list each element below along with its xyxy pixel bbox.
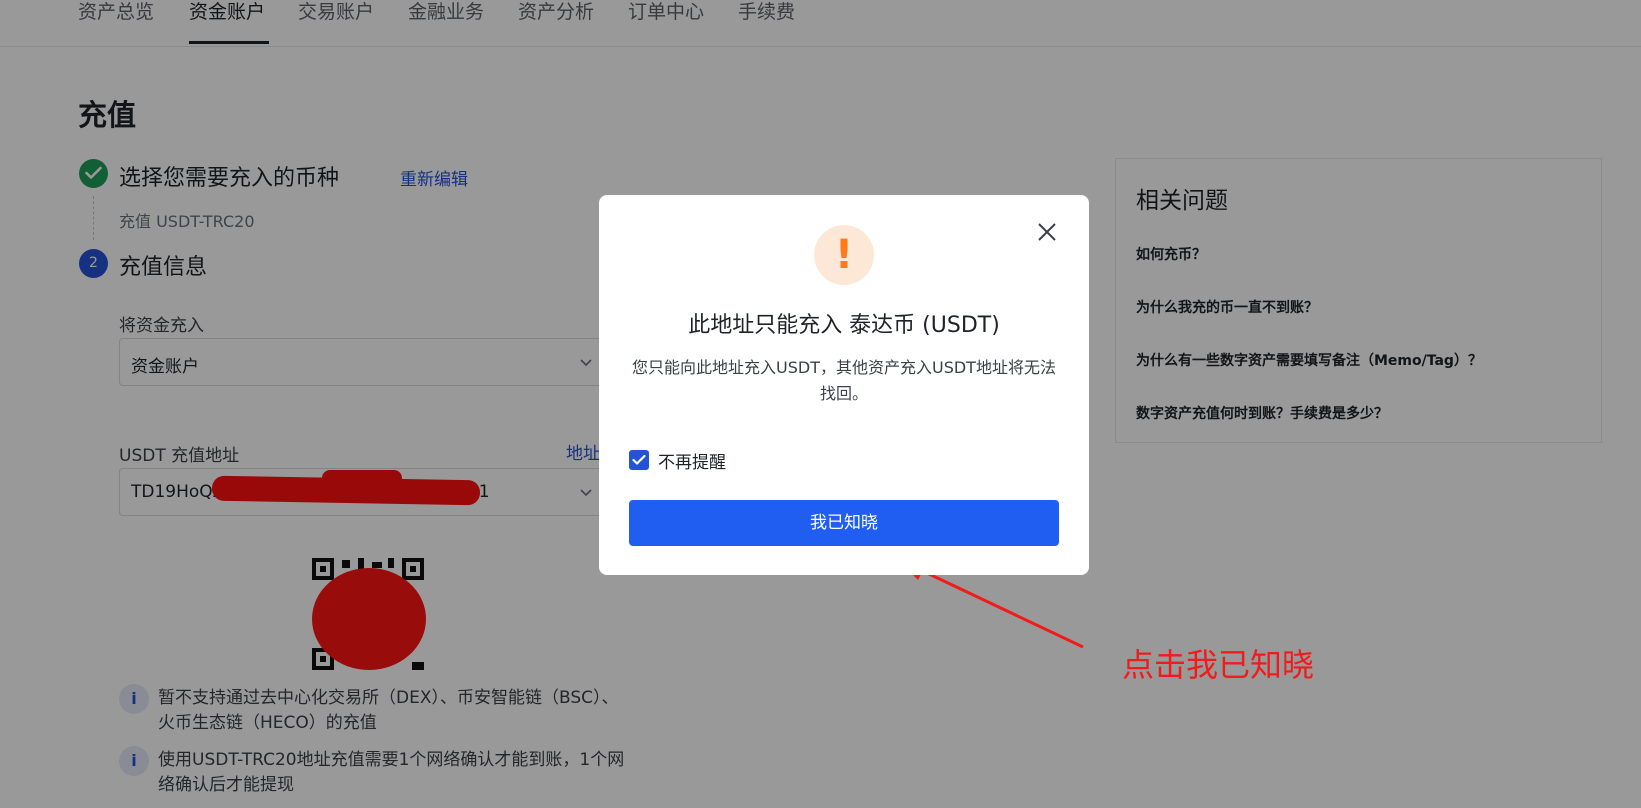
warning-modal: ! 此地址只能充入 泰达币 (USDT) 您只能向此地址充入USDT，其他资产充…: [599, 195, 1089, 575]
acknowledge-button[interactable]: 我已知晓: [629, 500, 1059, 546]
warning-icon: !: [814, 225, 874, 285]
annotation-text: 点击我已知晓: [1122, 646, 1315, 684]
modal-title: 此地址只能充入 泰达币 (USDT): [688, 313, 1000, 338]
dont-remind-checkbox[interactable]: [629, 450, 649, 470]
modal-description: 您只能向此地址充入USDT，其他资产充入USDT地址将无法找回。: [632, 358, 1056, 403]
close-icon[interactable]: [1035, 220, 1059, 244]
dont-remind-label[interactable]: 不再提醒: [658, 448, 726, 473]
